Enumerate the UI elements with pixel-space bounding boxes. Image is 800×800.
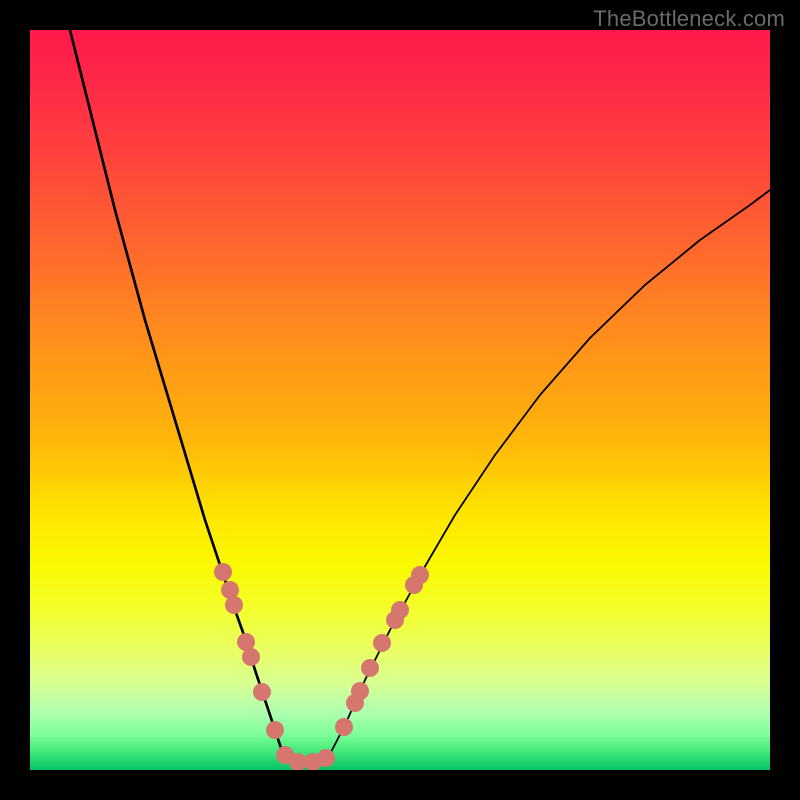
bead-marker bbox=[266, 721, 284, 739]
bead-marker bbox=[242, 648, 260, 666]
outer-frame: TheBottleneck.com bbox=[0, 0, 800, 800]
curve-overlay bbox=[30, 30, 770, 770]
bead-marker bbox=[317, 749, 335, 767]
bead-markers bbox=[214, 563, 429, 770]
bead-marker bbox=[225, 596, 243, 614]
bead-marker bbox=[411, 566, 429, 584]
bead-marker bbox=[391, 601, 409, 619]
bead-marker bbox=[335, 718, 353, 736]
watermark-text: TheBottleneck.com bbox=[593, 6, 785, 32]
bead-marker bbox=[253, 683, 271, 701]
curve-series bbox=[70, 30, 770, 763]
bead-marker bbox=[373, 634, 391, 652]
series-right-arm bbox=[330, 190, 770, 754]
bead-marker bbox=[361, 659, 379, 677]
plot-area bbox=[30, 30, 770, 770]
bead-marker bbox=[214, 563, 232, 581]
bead-marker bbox=[351, 682, 369, 700]
